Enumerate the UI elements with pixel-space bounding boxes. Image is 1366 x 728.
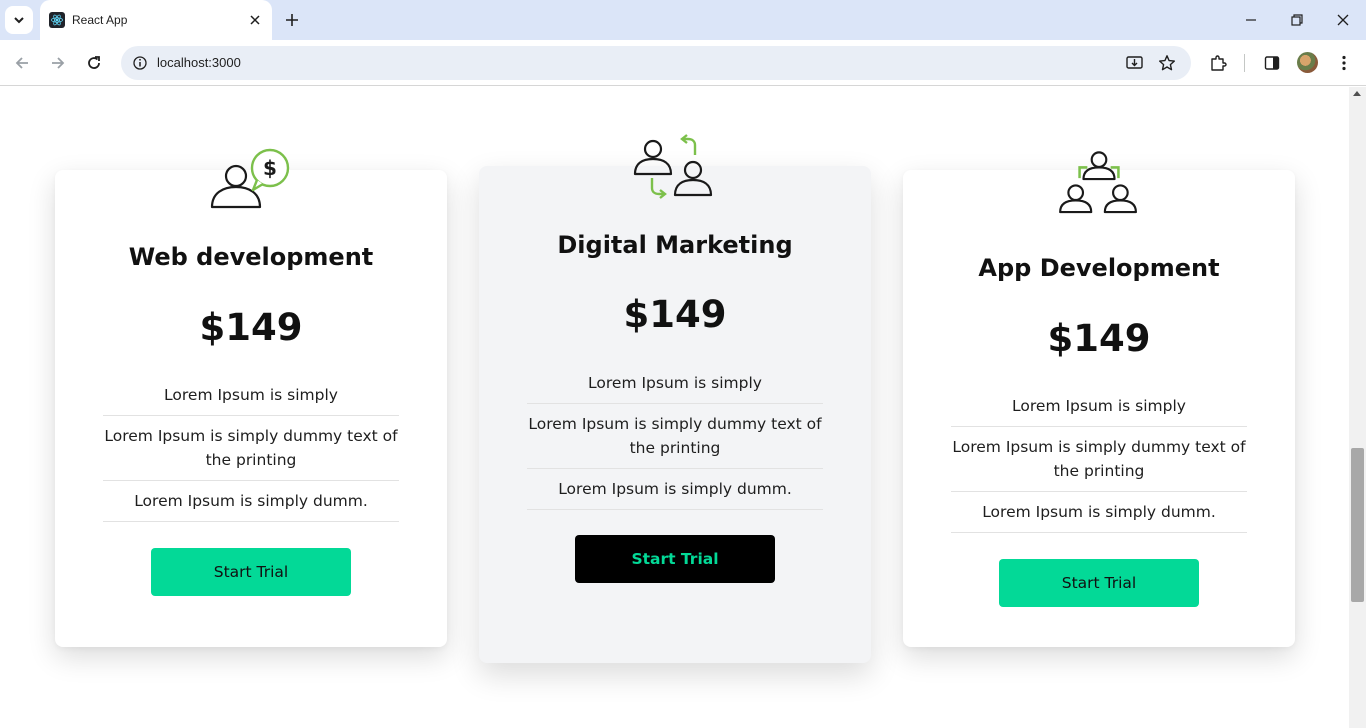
feature-list: Lorem Ipsum is simply Lorem Ipsum is sim… (527, 363, 823, 510)
feature-list: Lorem Ipsum is simply Lorem Ipsum is sim… (951, 386, 1247, 533)
card-price: $149 (1047, 317, 1151, 360)
address-bar[interactable]: localhost:3000 (121, 46, 1191, 80)
profile-avatar[interactable] (1297, 52, 1318, 73)
tab-close-button[interactable] (247, 12, 263, 28)
tab-strip: React App (0, 0, 1366, 40)
side-panel-icon (1264, 56, 1280, 70)
page-viewport: $ Web development $149 Lorem Ipsum is si… (0, 87, 1349, 728)
feature-item: Lorem Ipsum is simply (951, 386, 1247, 427)
card-price: $149 (199, 306, 303, 349)
feature-item: Lorem Ipsum is simply dumm. (103, 481, 399, 522)
feature-item: Lorem Ipsum is simply dumm. (527, 469, 823, 510)
info-icon (133, 56, 147, 70)
extensions-button[interactable] (1206, 51, 1230, 75)
start-trial-button[interactable]: Start Trial (151, 548, 351, 596)
person-dollar-chat-icon: $ (210, 148, 290, 209)
feature-item: Lorem Ipsum is simply dummy text of the … (951, 427, 1247, 492)
team-group-icon (1059, 151, 1137, 214)
feature-item: Lorem Ipsum is simply dumm. (951, 492, 1247, 533)
new-tab-button[interactable] (282, 10, 302, 30)
install-app-button[interactable] (1125, 53, 1145, 73)
card-price: $149 (623, 293, 727, 336)
scroll-up-arrow-icon[interactable] (1353, 91, 1361, 96)
people-exchange-icon (633, 134, 713, 199)
svg-text:$: $ (263, 156, 277, 180)
card-title: App Development (978, 254, 1220, 282)
reload-icon (88, 56, 100, 69)
start-trial-button[interactable]: Start Trial (999, 559, 1199, 607)
scrollbar-thumb[interactable] (1351, 448, 1364, 602)
side-panel-button[interactable] (1260, 51, 1284, 75)
restore-button[interactable] (1287, 10, 1307, 30)
pricing-card-digital-marketing: Digital Marketing $149 Lorem Ipsum is si… (479, 134, 871, 663)
site-info-button[interactable] (131, 54, 149, 72)
close-icon (1337, 14, 1349, 26)
forward-arrow-icon (52, 57, 65, 69)
toolbar-divider (1244, 54, 1245, 72)
restore-icon (1291, 14, 1303, 26)
minimize-icon (1246, 19, 1256, 21)
url-text[interactable]: localhost:3000 (157, 55, 241, 70)
pricing-card-web-development: $ Web development $149 Lorem Ipsum is si… (55, 148, 447, 647)
kebab-menu-icon (1342, 55, 1346, 71)
feature-item: Lorem Ipsum is simply (103, 375, 399, 416)
close-icon (250, 15, 260, 25)
close-window-button[interactable] (1333, 10, 1353, 30)
back-button[interactable] (10, 51, 34, 75)
react-icon (49, 12, 65, 28)
plus-icon (286, 14, 298, 26)
feature-item: Lorem Ipsum is simply dummy text of the … (527, 404, 823, 469)
star-icon (1159, 55, 1175, 71)
bookmark-button[interactable] (1157, 53, 1177, 73)
page-scrollbar[interactable] (1349, 87, 1366, 728)
feature-list: Lorem Ipsum is simply Lorem Ipsum is sim… (103, 375, 399, 522)
reload-button[interactable] (82, 51, 106, 75)
back-arrow-icon (15, 57, 28, 69)
card-title: Web development (128, 243, 374, 271)
install-app-icon (1126, 56, 1143, 69)
puzzle-icon (1211, 55, 1227, 71)
feature-item: Lorem Ipsum is simply dummy text of the … (103, 416, 399, 481)
feature-item: Lorem Ipsum is simply (527, 363, 823, 404)
tab-search-button[interactable] (5, 6, 33, 34)
forward-button[interactable] (46, 51, 70, 75)
start-trial-button[interactable]: Start Trial (575, 535, 775, 583)
minimize-button[interactable] (1241, 10, 1261, 30)
browser-toolbar: localhost:3000 (0, 40, 1366, 86)
chevron-down-icon (14, 17, 24, 24)
card-title: Digital Marketing (557, 231, 793, 259)
tab-title: React App (72, 13, 128, 27)
browser-tab[interactable]: React App (40, 0, 272, 40)
pricing-card-app-development: App Development $149 Lorem Ipsum is simp… (903, 151, 1295, 647)
browser-menu-button[interactable] (1332, 51, 1356, 75)
